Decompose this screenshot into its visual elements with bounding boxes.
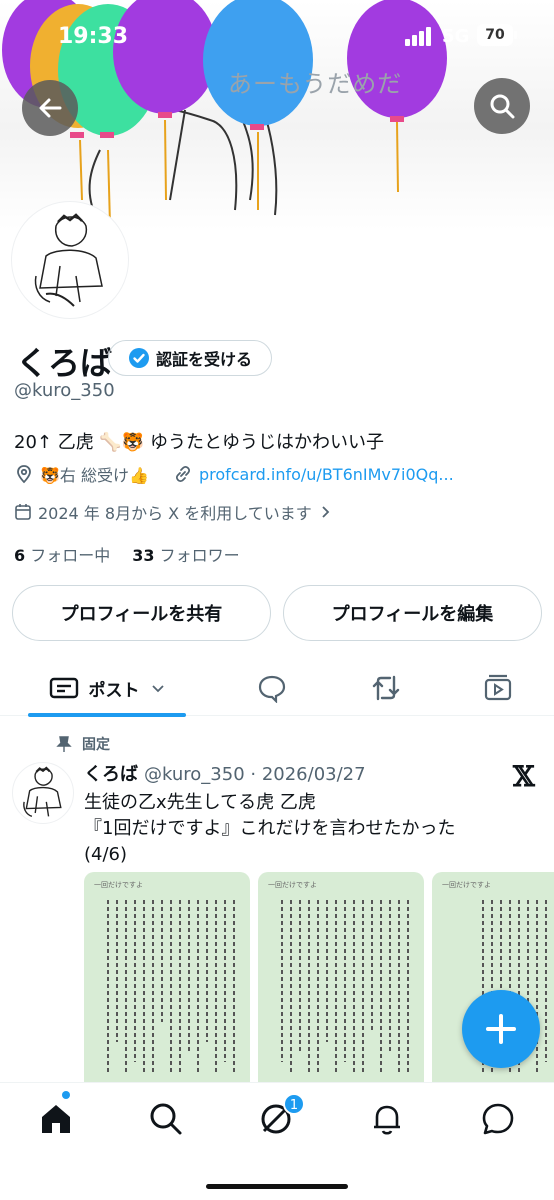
profile-handle: @kuro_350 (14, 380, 115, 401)
profile-tabs: ポスト (0, 660, 554, 717)
page-title: 一回だけですよ (94, 881, 143, 889)
search-icon (150, 1103, 182, 1135)
joined-date-row[interactable]: 2024 年 8月から X を利用しています (14, 500, 332, 524)
pin-icon (56, 736, 72, 752)
tab-replies[interactable] (246, 660, 298, 716)
message-bubble-icon (482, 1103, 514, 1135)
profile-link[interactable]: profcard.info/u/BT6nIMv7i0Qq... (199, 465, 454, 484)
avatar-drawing (34, 213, 103, 307)
home-unread-dot (62, 1091, 70, 1099)
profile-location: 🐯右 総受け👍 (40, 466, 149, 485)
link-icon (175, 465, 190, 483)
get-verified-button[interactable]: 認証を受ける (108, 340, 272, 376)
home-indicator (206, 1184, 348, 1189)
nav-home[interactable] (36, 1099, 76, 1139)
post-text: 生徒の乙x先生してる虎 乙虎 『1回だけですよ』これだけを言わせたかった (4/… (84, 790, 544, 868)
bell-icon (374, 1105, 400, 1135)
status-bar: 19:33 5G 70 (0, 0, 554, 72)
joined-date: 2024 年 8月から X を利用しています (38, 504, 312, 523)
tab-posts-label: ポスト (88, 680, 140, 701)
get-verified-label: 認証を受ける (155, 350, 252, 369)
bottom-navigation: 1 (0, 1082, 554, 1200)
pinned-indicator: 固定 (56, 734, 110, 754)
post-line: 生徒の乙x先生してる虎 乙虎 (84, 792, 316, 813)
network-label: 5G (442, 26, 470, 47)
nav-notifications[interactable] (367, 1099, 407, 1139)
reply-bubble-icon (258, 675, 286, 703)
post-handle-date: @kuro_350 · 2026/03/27 (144, 764, 366, 785)
status-time: 19:33 (58, 24, 129, 49)
page-title: 一回だけですよ (442, 881, 491, 889)
search-button[interactable] (474, 78, 530, 134)
x-logo-icon: 𝕏 (513, 760, 535, 793)
profile-bio: 20↑ 乙虎 🦴🐯 ゆうたとゆうじはかわいい子 (14, 432, 384, 453)
tab-media[interactable] (472, 660, 524, 716)
plus-icon (486, 1014, 516, 1044)
post-line: (4/6) (84, 844, 128, 865)
edit-profile-button[interactable]: プロフィールを編集 (283, 585, 542, 641)
back-arrow-icon (39, 98, 62, 118)
vertical-text-lines (107, 900, 235, 1072)
follow-stats: 6 フォロー中 33 フォロワー (14, 542, 240, 566)
chevron-down-icon (151, 685, 164, 693)
post-avatar-drawing (23, 766, 62, 817)
signal-icon (405, 26, 435, 46)
repost-icon (372, 675, 400, 701)
search-icon (490, 94, 515, 119)
vertical-text-lines (281, 900, 409, 1072)
profile-meta: 🐯右 総受け👍 profcard.info/u/BT6nIMv7i0Qq... (14, 462, 454, 486)
home-icon (42, 1105, 70, 1133)
tab-posts[interactable]: ポスト (28, 660, 186, 717)
following-link[interactable]: 6 フォロー中 (14, 542, 110, 566)
post-avatar[interactable] (12, 762, 74, 824)
calendar-icon (15, 504, 31, 520)
page-title: 一回だけですよ (268, 881, 317, 889)
pinned-label: 固定 (82, 737, 110, 753)
profile-avatar[interactable] (12, 202, 128, 318)
verified-badge-icon (128, 348, 149, 368)
tab-reposts[interactable] (360, 660, 412, 716)
media-page-image[interactable]: 一回だけですよ (84, 872, 250, 1084)
notification-badge: 1 (283, 1093, 305, 1115)
display-name: くろば (16, 344, 113, 382)
followers-link[interactable]: 33 フォロワー (132, 542, 239, 566)
chevron-right-icon (322, 506, 330, 518)
battery-icon: 70 (477, 24, 517, 46)
location-pin-icon (17, 465, 31, 484)
post-header: くろば @kuro_350 · 2026/03/27 (84, 760, 366, 786)
nav-search[interactable] (146, 1099, 186, 1139)
media-page-image[interactable]: 一回だけですよ (258, 872, 424, 1084)
compose-post-button[interactable] (462, 990, 540, 1068)
post-line: 『1回だけですよ』これだけを言わせたかった (84, 818, 456, 839)
post-author-name[interactable]: くろば (84, 760, 138, 786)
posts-tab-icon (49, 677, 78, 699)
back-button[interactable] (22, 80, 78, 136)
nav-messages[interactable] (478, 1099, 518, 1139)
media-icon (484, 674, 512, 701)
share-profile-button[interactable]: プロフィールを共有 (12, 585, 271, 641)
